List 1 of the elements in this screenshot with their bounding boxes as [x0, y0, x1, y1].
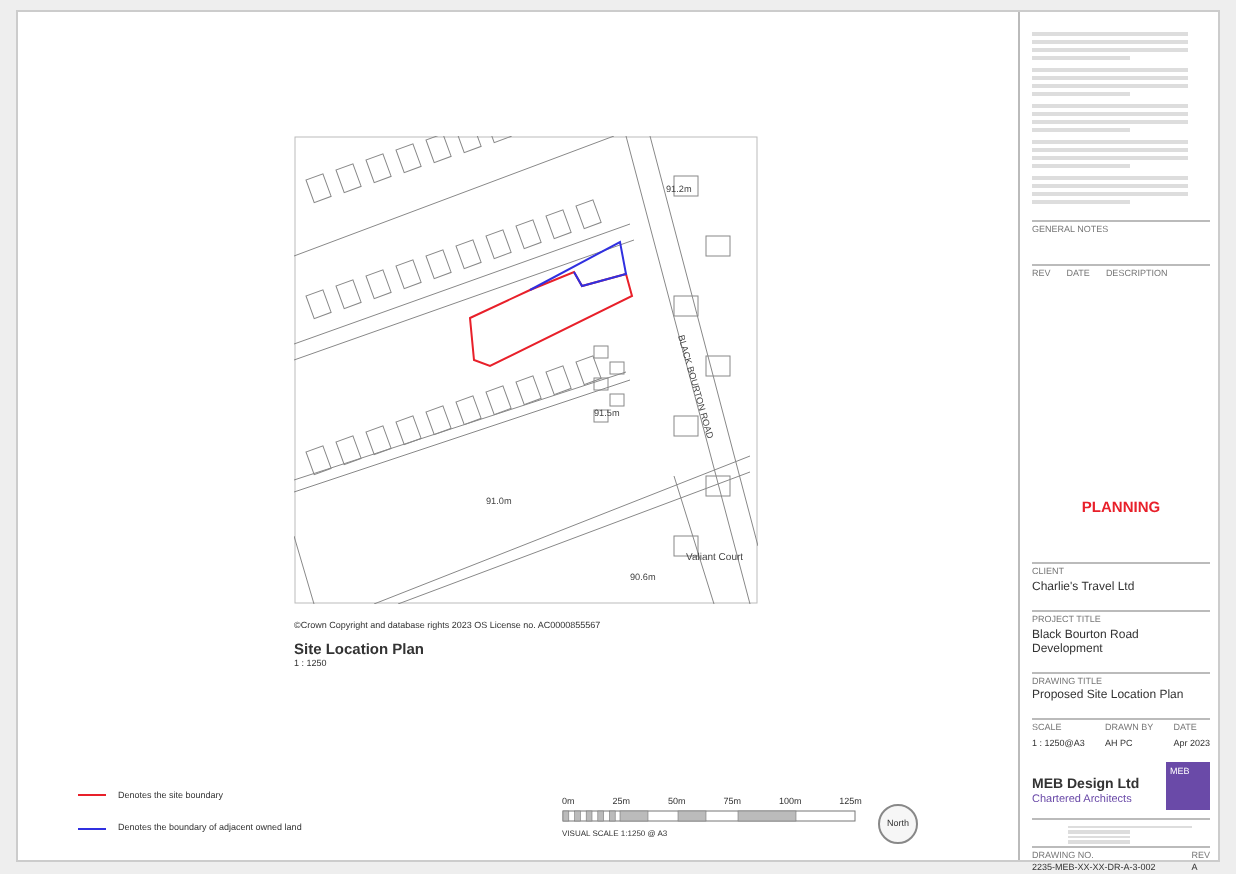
adjacent-land-boundary-line [529, 240, 628, 291]
